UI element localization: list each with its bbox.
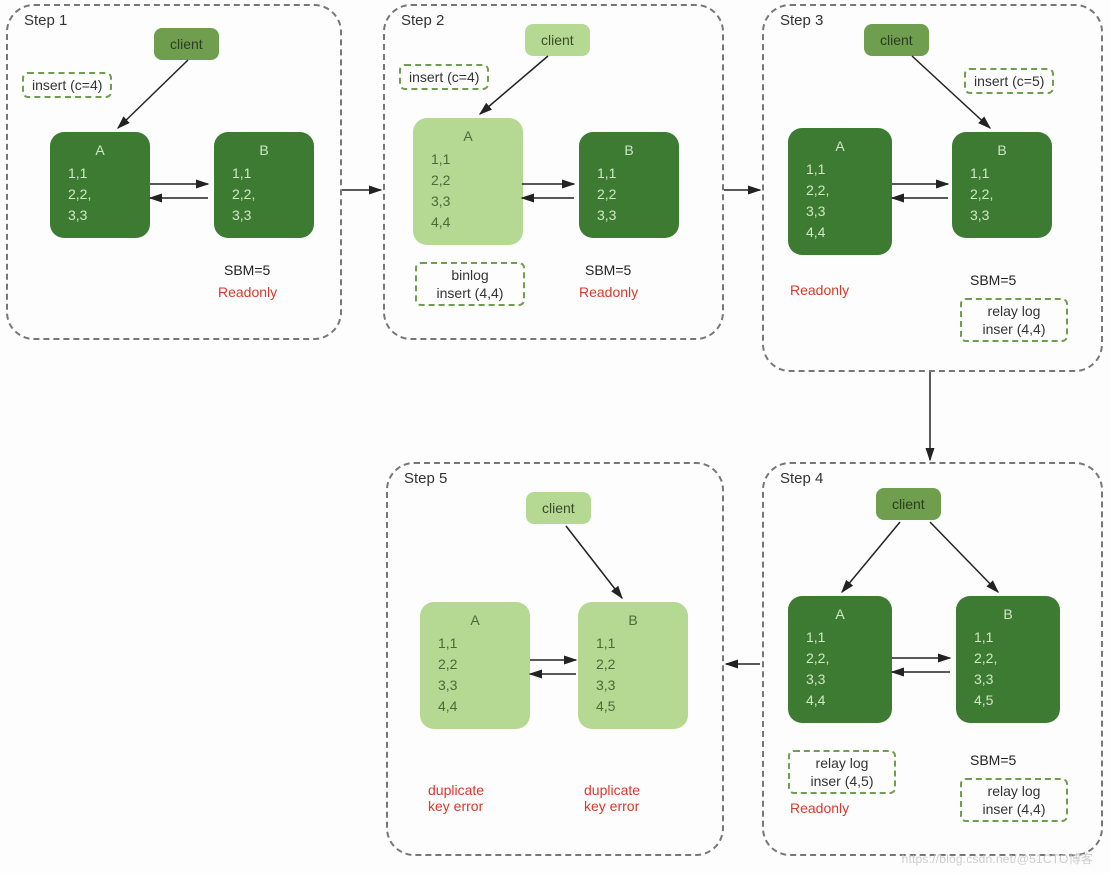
step3-insert: insert (c=5): [964, 68, 1054, 94]
step2-sbm: SBM=5: [585, 262, 631, 278]
step3-readonly: Readonly: [790, 282, 849, 298]
node-a-rows: 1,1 2,2 3,3 4,4: [438, 633, 512, 717]
step5-node-a: A 1,1 2,2 3,3 4,4: [420, 602, 530, 729]
step3-node-b: B 1,1 2,2, 3,3: [952, 132, 1052, 238]
step4-node-b: B 1,1 2,2, 3,3 4,5: [956, 596, 1060, 723]
step-3-label: Step 3: [780, 12, 823, 29]
step2-readonly: Readonly: [579, 284, 638, 300]
node-b-rows: 1,1 2,2 3,3 4,5: [596, 633, 670, 717]
node-b-title: B: [596, 610, 670, 631]
step-1-panel: Step 1 client insert (c=4) A 1,1 2,2, 3,…: [6, 4, 342, 340]
node-a-rows: 1,1 2,2 3,3 4,4: [431, 149, 505, 233]
relaylog-text: relay log inser (4,4): [982, 303, 1045, 337]
binlog-text: binlog insert (4,4): [437, 267, 504, 301]
relaylog-a-text: relay log inser (4,5): [810, 755, 873, 789]
step1-node-b: B 1,1 2,2, 3,3: [214, 132, 314, 238]
node-a-title: A: [806, 604, 874, 625]
watermark: https://blog.csdn.net/@51CTO博客: [902, 850, 1093, 867]
step-1-label: Step 1: [24, 12, 67, 29]
node-b-title: B: [597, 140, 661, 161]
node-a-rows: 1,1 2,2, 3,3 4,4: [806, 627, 874, 711]
step-2-label: Step 2: [401, 12, 444, 29]
step5-err-b: duplicate key error: [584, 782, 640, 814]
step3-relaylog: relay log inser (4,4): [960, 298, 1068, 342]
node-a-title: A: [438, 610, 512, 631]
step1-client: client: [154, 28, 219, 60]
node-a-title: A: [68, 140, 132, 161]
step-3-panel: Step 3 client insert (c=5) A 1,1 2,2, 3,…: [762, 4, 1103, 372]
step2-insert: insert (c=4): [399, 64, 489, 90]
node-b-title: B: [232, 140, 296, 161]
node-b-rows: 1,1 2,2 3,3: [597, 163, 661, 226]
node-b-title: B: [974, 604, 1042, 625]
step5-client: client: [526, 492, 591, 524]
step3-client: client: [864, 24, 929, 56]
step-4-label: Step 4: [780, 470, 823, 487]
step1-insert: insert (c=4): [22, 72, 112, 98]
step1-node-a: A 1,1 2,2, 3,3: [50, 132, 150, 238]
step2-client: client: [525, 24, 590, 56]
relaylog-b-text: relay log inser (4,4): [982, 783, 1045, 817]
step3-node-a: A 1,1 2,2, 3,3 4,4: [788, 128, 892, 255]
step2-node-b: B 1,1 2,2 3,3: [579, 132, 679, 238]
node-a-rows: 1,1 2,2, 3,3: [68, 163, 132, 226]
node-b-rows: 1,1 2,2, 3,3 4,5: [974, 627, 1042, 711]
node-a-rows: 1,1 2,2, 3,3 4,4: [806, 159, 874, 243]
step1-readonly: Readonly: [218, 284, 277, 300]
step4-node-a: A 1,1 2,2, 3,3 4,4: [788, 596, 892, 723]
step2-node-a: A 1,1 2,2 3,3 4,4: [413, 118, 523, 245]
step2-binlog: binlog insert (4,4): [415, 262, 525, 306]
step1-sbm: SBM=5: [224, 262, 270, 278]
node-a-title: A: [806, 136, 874, 157]
node-b-title: B: [970, 140, 1034, 161]
step4-sbm: SBM=5: [970, 752, 1016, 768]
step4-relaylog-a: relay log inser (4,5): [788, 750, 896, 794]
step-2-panel: Step 2 client insert (c=4) A 1,1 2,2 3,3…: [383, 4, 724, 340]
node-b-rows: 1,1 2,2, 3,3: [232, 163, 296, 226]
step4-client: client: [876, 488, 941, 520]
step4-readonly: Readonly: [790, 800, 849, 816]
step5-node-b: B 1,1 2,2 3,3 4,5: [578, 602, 688, 729]
node-a-title: A: [431, 126, 505, 147]
step3-sbm: SBM=5: [970, 272, 1016, 288]
step4-relaylog-b: relay log inser (4,4): [960, 778, 1068, 822]
step-5-panel: Step 5 client A 1,1 2,2 3,3 4,4 B 1,1 2,…: [386, 462, 724, 856]
step-5-label: Step 5: [404, 470, 447, 487]
step5-err-a: duplicate key error: [428, 782, 484, 814]
step-4-panel: Step 4 client A 1,1 2,2, 3,3 4,4 B 1,1 2…: [762, 462, 1103, 856]
node-b-rows: 1,1 2,2, 3,3: [970, 163, 1034, 226]
